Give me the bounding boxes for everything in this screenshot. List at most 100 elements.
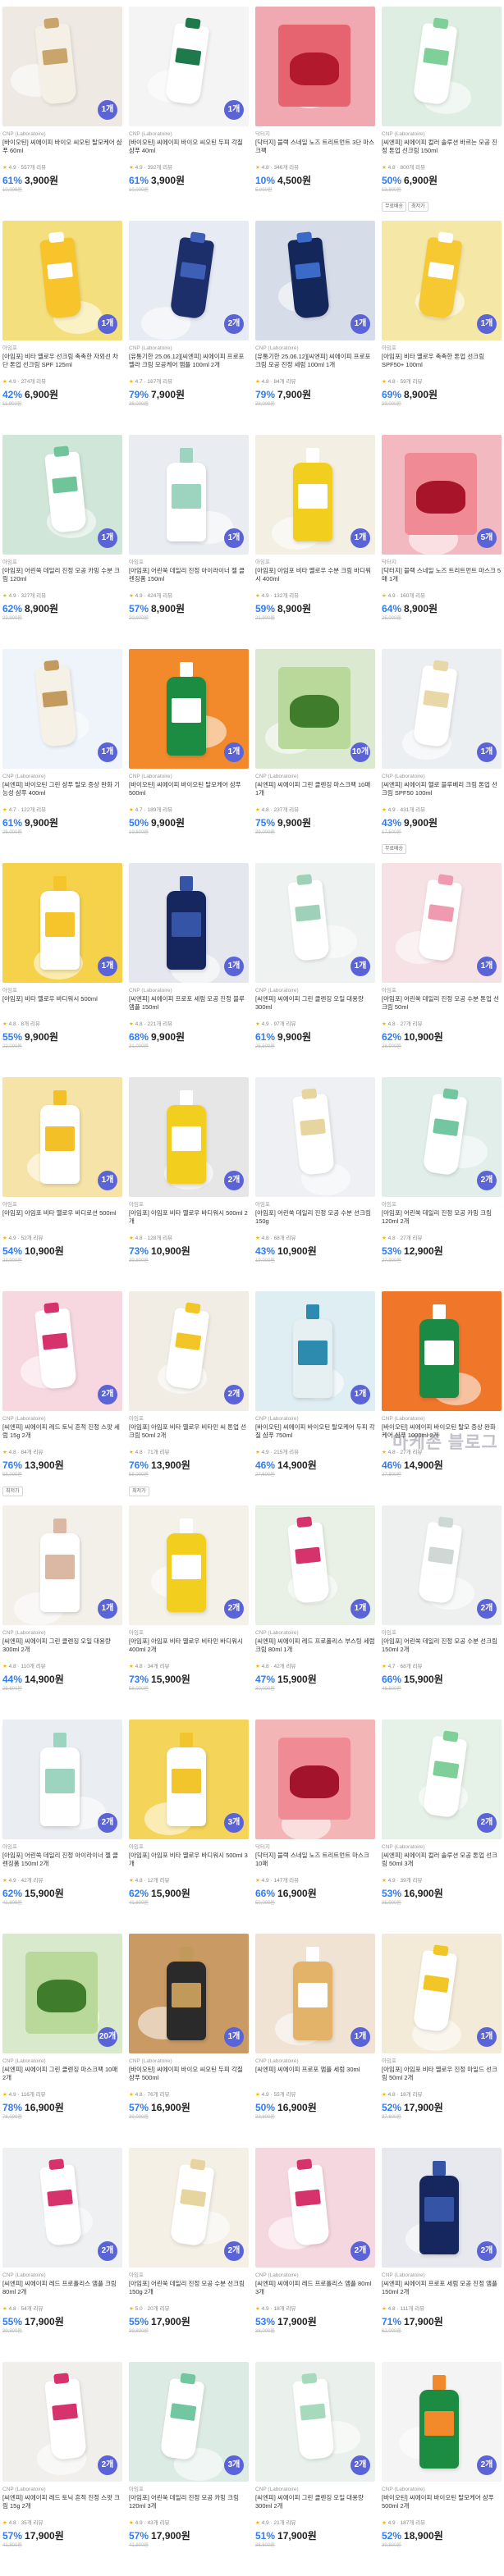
product-title[interactable]: [씨엔피] 씨에이피 그린 클렌징 마스크팩 10매 2개 xyxy=(2,2066,122,2090)
product-image[interactable] xyxy=(255,7,375,126)
product-card[interactable]: 2개 아임포 [아임포] 어린쑥 데일리 진정 모공 수분 선크림 150ml 2개… xyxy=(382,1505,502,1720)
product-card[interactable]: 1개 CNP (Laboratoire) [씨엔피] 씨에이피 그린 클렌징 오일 … xyxy=(255,863,375,1077)
product-image[interactable]: 2개 xyxy=(129,2148,249,2268)
product-image[interactable]: 2개 xyxy=(255,2148,375,2268)
product-image[interactable]: 3개 xyxy=(129,1720,249,1839)
product-image[interactable]: 1개 xyxy=(255,435,375,555)
product-title[interactable]: [아임포] 아임포 비타 옐로우 바디워시 500ml 2개 xyxy=(129,1209,249,1234)
product-card[interactable]: 2개 CNP (Laboratoire) [바이오틴] 씨에이피 바이오틴 탈모케어… xyxy=(382,2362,502,2576)
product-card[interactable]: 2개 CNP (Laboratoire) [씨엔피] 씨에이피 프로포 세럼 모공 … xyxy=(382,2148,502,2362)
product-card[interactable]: 2개 CNP (Laboratoire) [유통기한 25.06.12][씨엔피] … xyxy=(129,221,249,435)
product-card[interactable]: 1개 아임포 [아임포] 비타 옐로우 선크림 촉촉한 자외선 차단 톤업 선크림 … xyxy=(2,221,122,435)
product-image[interactable]: 1개 xyxy=(129,7,249,126)
product-title[interactable]: [씨엔피] 씨에이피 레드 토닉 흔적 진정 스팟 크림 15g 2개 xyxy=(2,2494,122,2519)
product-title[interactable]: [씨엔피] 바이오틴 그린 샴푸 탈모 증상 완화 기능성 샴푸 400ml xyxy=(2,781,122,806)
product-title[interactable]: [아임포] 어린쑥 데일리 진정 모공 카밍 수분 크림 120ml xyxy=(2,567,122,591)
product-image[interactable]: 1개 xyxy=(382,221,502,340)
product-image[interactable]: 1개 xyxy=(2,7,122,126)
product-image[interactable]: 1개 xyxy=(2,435,122,555)
product-card[interactable]: 1개 CNP (Laboratoire) [바이오틴] 씨에이피 바이오 씨오틴 두… xyxy=(129,1934,249,2148)
product-title[interactable]: [씨엔피] 씨에이피 헬로 블루베리 크림 톤업 선크림 SPF50 100ml xyxy=(382,781,502,806)
product-card[interactable]: CNP (Laboratoire) [씨엔피] 씨에이피 컬러 솔루션 바르는 모… xyxy=(382,7,502,221)
product-card[interactable]: 1개 아임포 [아임포] 어린쑥 데일리 진정 아이라이너 젤 클렌징폼 150ml… xyxy=(129,435,249,649)
product-card[interactable]: 2개 CNP (Laboratoire) [씨엔피] 씨에이피 레드 프로폴리스 앰… xyxy=(255,2148,375,2362)
product-title[interactable]: [바이오틴] 씨에이피 바이오틴 탈모케어 샴푸 500ml 2개 xyxy=(382,2494,502,2519)
product-title[interactable]: [씨엔피] 씨에이피 컬러 솔루션 모공 톤업 선크림 50ml 3개 xyxy=(382,1852,502,1876)
product-image[interactable]: 1개 xyxy=(255,1934,375,2053)
product-title[interactable]: [아임포] 어린쑥 데일리 진정 모공 카밍 크림 120ml 3개 xyxy=(129,2494,249,2519)
product-title[interactable]: [아임포] 아임포 비타 옐로우 비타민 씨 톤업 선크림 50ml 2개 xyxy=(129,1423,249,1448)
product-image[interactable]: 1개 xyxy=(129,649,249,769)
product-image[interactable]: 5개 xyxy=(382,435,502,555)
product-title[interactable]: [아임포] 아임포 비타 옐로우 바디워시 500ml 3개 xyxy=(129,1852,249,1876)
product-image[interactable]: 10개 xyxy=(255,649,375,769)
product-image[interactable]: 1개 xyxy=(2,1077,122,1197)
product-image[interactable]: 2개 xyxy=(2,2362,122,2482)
product-title[interactable]: [씨엔피] 씨에이피 프로포 세럼 모공 진정 블루 앰플 150ml xyxy=(129,995,249,1020)
product-title[interactable]: [아임포] 아임포 비타 옐로우 진정 마일드 선크림 50ml 2개 xyxy=(382,2066,502,2090)
product-title[interactable]: [아임포] 어린쑥 데일리 진정 모공 수분 선크림 150g 2개 xyxy=(129,2280,249,2304)
product-title[interactable]: [아임포] 어린쑥 데일리 진정 모공 수분 선크림 150g xyxy=(255,1209,375,1234)
product-image[interactable]: 1개 xyxy=(2,221,122,340)
product-card[interactable]: CNP (Laboratoire) [바이오틴] 씨에이피 바이오틴 탈모 증상 … xyxy=(382,1291,502,1505)
product-card[interactable]: 2개 CNP (Laboratoire) [씨엔피] 씨에이피 레드 토닉 흔적 진… xyxy=(2,2362,122,2576)
product-card[interactable]: 1개 CNP (Laboratoire) [씨엔피] 씨에이피 레드 프로폴리스 부… xyxy=(255,1505,375,1720)
product-image[interactable]: 2개 xyxy=(2,2148,122,2268)
product-card[interactable]: 1개 아임포 [아임포] 아임포 비타 옐로우 수분 크림 바디워시 400ml ★ … xyxy=(255,435,375,649)
product-title[interactable]: [아임포] 어린쑥 데일리 진정 모공 수분 톤업 선크림 50ml xyxy=(382,995,502,1020)
product-card[interactable]: 20개 CNP (Laboratoire) [씨엔피] 씨에이피 그린 클렌징 마스… xyxy=(2,1934,122,2148)
product-title[interactable]: [닥터지] 블랙 스네일 노즈 트리트먼트 3단 마스크팩 xyxy=(255,139,375,163)
product-image[interactable]: 2개 xyxy=(255,2362,375,2482)
product-card[interactable]: 닥터지 [닥터지] 블랙 스네일 노즈 트리트먼트 3단 마스크팩 ★ 4.8 · … xyxy=(255,7,375,221)
product-card[interactable]: 2개 CNP (Laboratoire) [씨엔피] 씨에이피 컬러 솔루션 모공 … xyxy=(382,1720,502,1934)
product-image[interactable]: 1개 xyxy=(382,649,502,769)
product-card[interactable]: 1개 CNP (Laboratoire) [씨엔피] 씨에이피 헬로 블루베리 크림… xyxy=(382,649,502,863)
product-image[interactable]: 2개 xyxy=(129,221,249,340)
product-title[interactable]: [씨엔피] 씨에이피 레드 프로폴리스 앰플 크림 80ml 2개 xyxy=(2,2280,122,2304)
product-image[interactable]: 1개 xyxy=(382,863,502,983)
product-card[interactable]: 2개 아임포 [아임포] 아임포 비타 옐로우 비타민 바디워시 400ml 2개 ★… xyxy=(129,1505,249,1720)
product-title[interactable]: [아임포] 비타 옐로우 선크림 촉촉한 자외선 차단 톤업 선크림 SPF 1… xyxy=(2,353,122,377)
product-title[interactable]: [아임포] 비타 옐로우 촉촉한 톤업 선크림 SPF50+ 100ml xyxy=(382,353,502,377)
product-title[interactable]: [씨엔피] 씨에이피 프로포 세럼 모공 진정 앰플 150ml 2개 xyxy=(382,2280,502,2304)
product-title[interactable]: [씨엔피] 씨에이피 레드 프로폴리스 부스팅 세럼 크림 80ml 1개 xyxy=(255,1637,375,1662)
product-title[interactable]: [바이오틴] 씨에이피 바이오 씨오틴 탈모케어 샴푸 60ml xyxy=(2,139,122,163)
product-title[interactable]: [아임포] 아임포 비타 옐로우 바디로션 500ml xyxy=(2,1209,122,1234)
product-card[interactable]: 2개 아임포 [아임포] 아임포 비타 옐로우 비타민 씨 톤업 선크림 50ml … xyxy=(129,1291,249,1505)
product-title[interactable]: [씨엔피] 씨에이피 그린 클렌징 마스크팩 10매 1개 xyxy=(255,781,375,806)
product-image[interactable]: 1개 xyxy=(129,435,249,555)
product-image[interactable]: 1개 xyxy=(2,649,122,769)
product-card[interactable]: 1개 CNP (Laboratoire) [바이오틴] 씨에이피 바이오 씨오틴 탈… xyxy=(2,7,122,221)
product-image[interactable]: 2개 xyxy=(382,1077,502,1197)
product-card[interactable]: 2개 아임포 [아임포] 어린쑥 데일리 진정 아이라이너 젤 클렌징폼 150ml… xyxy=(2,1720,122,1934)
product-card[interactable]: 1개 CNP (Laboratoire) [씨엔피] 씨에이피 프로포 앰플 세럼 … xyxy=(255,1934,375,2148)
product-card[interactable]: 2개 CNP (Laboratoire) [씨엔피] 씨에이피 그린 클렌징 오일 … xyxy=(255,2362,375,2576)
product-card[interactable]: 2개 CNP (Laboratoire) [씨엔피] 씨에이피 레드 프로폴리스 앰… xyxy=(2,2148,122,2362)
product-title[interactable]: [씨엔피] 씨에이피 그린 클렌징 오일 대용량 300ml xyxy=(255,995,375,1020)
product-image[interactable]: 2개 xyxy=(382,2148,502,2268)
product-card[interactable]: 10개 CNP (Laboratoire) [씨엔피] 씨에이피 그린 클렌징 마스… xyxy=(255,649,375,863)
product-title[interactable]: [씨엔피] 씨에이피 그린 클렌징 오일 대용량 300ml 2개 xyxy=(255,2494,375,2519)
product-image[interactable]: 2개 xyxy=(382,1720,502,1839)
product-image[interactable] xyxy=(382,7,502,126)
product-card[interactable]: 1개 아임포 [아임포] 어린쑥 데일리 진정 모공 수분 톤업 선크림 50ml ★… xyxy=(382,863,502,1077)
product-image[interactable]: 20개 xyxy=(2,1934,122,2053)
product-card[interactable]: 1개 CNP (Laboratoire) [바이오틴] 씨에이피 바이오틴 탈모케어… xyxy=(129,649,249,863)
product-title[interactable]: [아임포] 어린쑥 데일리 진정 모공 수분 선크림 150ml 2개 xyxy=(382,1637,502,1662)
product-title[interactable]: [아임포] 어린쑥 데일리 진정 모공 카밍 크림 120ml 2개 xyxy=(382,1209,502,1234)
product-card[interactable]: 1개 아임포 [아임포] 아임포 비타 옐로우 진정 마일드 선크림 50ml 2개… xyxy=(382,1934,502,2148)
product-image[interactable]: 1개 xyxy=(255,1505,375,1625)
product-image[interactable] xyxy=(255,1720,375,1839)
product-image[interactable]: 1개 xyxy=(382,1934,502,2053)
product-image[interactable] xyxy=(382,1291,502,1411)
product-image[interactable]: 2개 xyxy=(129,1291,249,1411)
product-card[interactable]: 2개 CNP (Laboratoire) [씨엔피] 씨에이피 레드 토닉 흔적 진… xyxy=(2,1291,122,1505)
product-card[interactable]: 3개 아임포 [아임포] 아임포 비타 옐로우 바디워시 500ml 3개 ★ 4.8… xyxy=(129,1720,249,1934)
product-title[interactable]: [아임포] 아임포 비타 옐로우 수분 크림 바디워시 400ml xyxy=(255,567,375,591)
product-title[interactable]: [씨엔피] 씨에이피 레드 토닉 흔적 진정 스팟 세럼 15g 2개 xyxy=(2,1423,122,1448)
product-image[interactable]: 2개 xyxy=(382,1505,502,1625)
product-title[interactable]: [바이오틴] 씨에이피 바이오 씨오틴 두피 각질 샴푸 500ml xyxy=(129,2066,249,2090)
product-image[interactable] xyxy=(255,1077,375,1197)
product-title[interactable]: [씨엔피] 씨에이피 컬러 솔루션 바르는 모공 진정 톤업 선크림 150ml xyxy=(382,139,502,163)
product-title[interactable]: [바이오틴] 씨에이피 바이오 씨오틴 두피 각질 샴푸 40ml xyxy=(129,139,249,163)
